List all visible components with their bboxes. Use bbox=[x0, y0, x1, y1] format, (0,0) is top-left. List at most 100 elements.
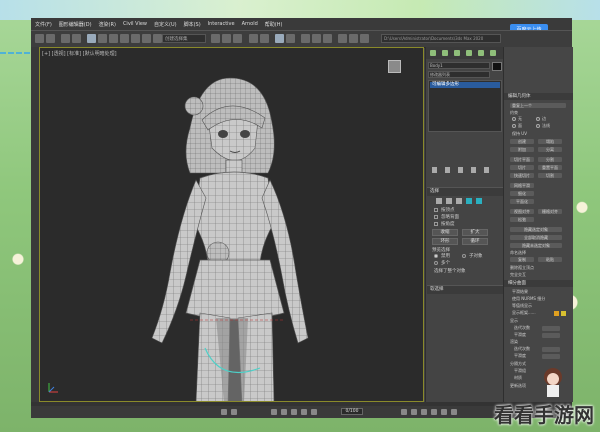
render-smoothness-spinner[interactable] bbox=[542, 354, 560, 359]
orbit-icon[interactable] bbox=[441, 409, 447, 415]
relax-button[interactable]: 松弛 bbox=[510, 217, 534, 222]
slice-button[interactable]: 切片 bbox=[510, 165, 534, 170]
cage-color-1-swatch[interactable] bbox=[554, 311, 559, 316]
grow-button[interactable]: 扩大 bbox=[462, 229, 488, 236]
subobject-radio[interactable] bbox=[462, 254, 466, 258]
materials-label[interactable]: 材质 bbox=[514, 375, 522, 381]
quickslice-button[interactable]: 快速切片 bbox=[510, 173, 534, 178]
menu-help[interactable]: 帮助(H) bbox=[265, 21, 283, 28]
remove-modifier-icon[interactable] bbox=[471, 167, 476, 173]
scene-explorer-icon[interactable] bbox=[275, 34, 284, 43]
cage-color-2-swatch[interactable] bbox=[561, 311, 566, 316]
scale-icon[interactable] bbox=[153, 34, 162, 43]
perspective-viewport[interactable]: [+] [透视] [标准] [默认明暗处理] bbox=[39, 47, 424, 402]
key-mode-icon[interactable] bbox=[221, 409, 227, 415]
rectangle-selection-icon[interactable] bbox=[109, 34, 118, 43]
smooth-result-label[interactable]: 平滑结果 bbox=[512, 289, 528, 295]
select-object-icon[interactable] bbox=[87, 34, 96, 43]
configure-sets-icon[interactable] bbox=[484, 167, 489, 173]
select-by-name-icon[interactable] bbox=[98, 34, 107, 43]
modifier-list-dropdown[interactable]: 修改器列表 bbox=[428, 71, 490, 78]
menu-file[interactable]: 文件(F) bbox=[35, 21, 52, 28]
field-of-view-icon[interactable] bbox=[421, 409, 427, 415]
ignore-backfacing-checkbox[interactable] bbox=[434, 215, 438, 219]
constraint-normal-radio[interactable] bbox=[536, 124, 540, 128]
loop-button[interactable]: 循环 bbox=[462, 238, 488, 245]
render-iterations-spinner[interactable] bbox=[542, 347, 560, 352]
soft-selection-rollout-header[interactable]: 软选择 bbox=[427, 285, 503, 294]
previous-frame-icon[interactable] bbox=[281, 409, 287, 415]
repeat-last-button[interactable]: 重复上一个 bbox=[510, 103, 566, 108]
move-icon[interactable] bbox=[131, 34, 140, 43]
show-end-result-icon[interactable] bbox=[445, 167, 450, 173]
zoom-all-icon[interactable] bbox=[411, 409, 417, 415]
play-icon[interactable] bbox=[291, 409, 297, 415]
grid-align-button[interactable]: 栅格对齐 bbox=[538, 209, 562, 214]
current-frame-field[interactable]: 0/100 bbox=[341, 408, 363, 415]
object-name-field[interactable]: Body1 bbox=[428, 62, 490, 69]
project-path-field[interactable]: D:\Users\Administrator\Documents\3ds Max… bbox=[381, 34, 501, 43]
menu-customize[interactable]: 自定义(U) bbox=[154, 21, 177, 28]
menu-graph-editors[interactable]: 图形编辑器(D) bbox=[59, 21, 92, 28]
delete-isolated-vertices-label[interactable]: 删除孤立顶点 bbox=[510, 265, 534, 271]
edge-mode-icon[interactable] bbox=[446, 198, 452, 204]
polygon-mode-icon[interactable] bbox=[466, 198, 472, 204]
display-tab-icon[interactable] bbox=[478, 50, 484, 56]
lock-icon[interactable] bbox=[231, 409, 237, 415]
zoom-icon[interactable] bbox=[401, 409, 407, 415]
angle-snap-icon[interactable] bbox=[222, 34, 231, 43]
maximize-viewport-icon[interactable] bbox=[451, 409, 457, 415]
vertex-mode-icon[interactable] bbox=[436, 198, 442, 204]
make-unique-icon[interactable] bbox=[458, 167, 463, 173]
make-planar-button[interactable]: 平面化 bbox=[510, 199, 534, 204]
go-to-end-icon[interactable] bbox=[311, 409, 317, 415]
menu-scripting[interactable]: 脚本(S) bbox=[184, 21, 201, 28]
pin-stack-icon[interactable] bbox=[432, 167, 437, 173]
unlink-icon[interactable] bbox=[72, 34, 81, 43]
view-align-button[interactable]: 视图对齐 bbox=[510, 209, 534, 214]
rotate-icon[interactable] bbox=[142, 34, 151, 43]
preserve-uvs-label[interactable]: 保持 UV bbox=[512, 131, 527, 137]
snaps-toggle-icon[interactable] bbox=[211, 34, 220, 43]
curve-editor-icon[interactable] bbox=[301, 34, 310, 43]
disabled-radio[interactable] bbox=[434, 254, 438, 258]
ring-button[interactable]: 环形 bbox=[432, 238, 458, 245]
create-tab-icon[interactable] bbox=[430, 50, 436, 56]
display-smoothness-spinner[interactable] bbox=[542, 333, 560, 338]
detach-button[interactable]: 分离 bbox=[538, 147, 562, 152]
shrink-button[interactable]: 收缩 bbox=[432, 229, 458, 236]
hide-unselected-button[interactable]: 隐藏未选定对象 bbox=[510, 243, 562, 248]
motion-tab-icon[interactable] bbox=[466, 50, 472, 56]
selection-set-dropdown[interactable]: 创建选择集 bbox=[162, 34, 206, 43]
reset-plane-button[interactable]: 重置平面 bbox=[538, 165, 562, 170]
paste-button[interactable]: 粘贴 bbox=[538, 257, 562, 262]
cut-button[interactable]: 切割 bbox=[538, 173, 562, 178]
object-color-swatch[interactable] bbox=[492, 62, 502, 71]
meshsmooth-button[interactable]: 网格平滑 bbox=[510, 183, 534, 188]
unhide-all-button[interactable]: 全部取消隐藏 bbox=[510, 235, 562, 240]
align-icon[interactable] bbox=[260, 34, 269, 43]
subdivision-surface-title[interactable]: 细分曲面 bbox=[504, 280, 573, 287]
material-editor-icon[interactable] bbox=[323, 34, 332, 43]
by-angle-checkbox[interactable] bbox=[434, 222, 438, 226]
by-vertex-checkbox[interactable] bbox=[434, 208, 438, 212]
link-icon[interactable] bbox=[61, 34, 70, 43]
stack-item-editable-poly[interactable]: 可编辑多边形 bbox=[430, 82, 500, 88]
window-crossing-icon[interactable] bbox=[120, 34, 129, 43]
hierarchy-tab-icon[interactable] bbox=[454, 50, 460, 56]
tessellate-button[interactable]: 细化 bbox=[510, 191, 534, 196]
layer-explorer-icon[interactable] bbox=[286, 34, 295, 43]
viewport-layout-tabs[interactable] bbox=[31, 47, 39, 402]
show-cage-label[interactable]: 显示框架...... bbox=[512, 310, 536, 316]
constraint-edge-radio[interactable] bbox=[536, 117, 540, 121]
redo-icon[interactable] bbox=[46, 34, 55, 43]
edit-geometry-title[interactable]: 编辑几何体 bbox=[504, 93, 573, 100]
render-production-icon[interactable] bbox=[360, 34, 369, 43]
constraint-face-radio[interactable] bbox=[512, 124, 516, 128]
rendered-frame-window-icon[interactable] bbox=[349, 34, 358, 43]
pan-icon[interactable] bbox=[431, 409, 437, 415]
display-iterations-spinner[interactable] bbox=[542, 326, 560, 331]
selection-rollout-header[interactable]: 选择 bbox=[427, 187, 503, 196]
percent-snap-icon[interactable] bbox=[233, 34, 242, 43]
copy-button[interactable]: 复制 bbox=[510, 257, 534, 262]
